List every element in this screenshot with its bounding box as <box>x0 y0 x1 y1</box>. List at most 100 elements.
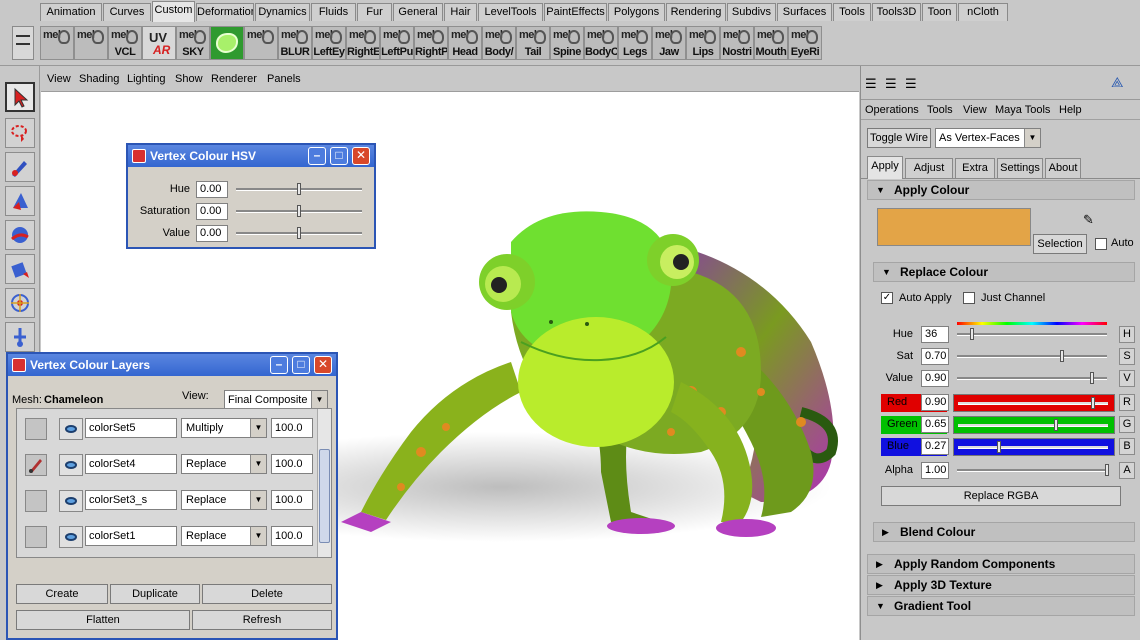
minimize-icon[interactable]: – <box>308 147 326 165</box>
green-channel-button[interactable]: G <box>1119 416 1135 433</box>
shelf-tab[interactable]: Animation <box>40 3 102 21</box>
delete-button[interactable]: Delete <box>202 584 332 604</box>
layer-swatch[interactable] <box>25 418 47 440</box>
replace-colour-header[interactable]: ▼ Replace Colour <box>873 262 1135 282</box>
layer-row[interactable]: colorSet4 Replace ▼ 100.0 <box>17 447 321 481</box>
shelf-menu-icon[interactable] <box>12 26 34 60</box>
hue-channel-button[interactable]: H <box>1119 326 1135 343</box>
layers-scrollbar[interactable] <box>317 409 331 557</box>
shelf-button[interactable] <box>210 26 244 60</box>
colour-swatch[interactable] <box>877 208 1031 246</box>
layer-name-field[interactable]: colorSet3_s <box>85 490 177 510</box>
layer-name-field[interactable]: colorSet1 <box>85 526 177 546</box>
sat-channel-button[interactable]: S <box>1119 348 1135 365</box>
red-channel-button[interactable]: R <box>1119 394 1135 411</box>
paint-brush-icon[interactable] <box>25 454 47 476</box>
panel-menu-item[interactable]: View <box>963 104 987 116</box>
layer-name-field[interactable]: colorSet4 <box>85 454 177 474</box>
maximize-icon[interactable]: □ <box>292 356 310 374</box>
random-components-header[interactable]: ▶ Apply Random Components <box>867 554 1135 574</box>
just-channel-checkbox[interactable] <box>963 292 975 304</box>
shelf-tab[interactable]: LevelTools <box>478 3 543 21</box>
slider-thumb[interactable] <box>1091 397 1095 409</box>
eye-icon[interactable] <box>59 526 83 548</box>
eye-icon[interactable] <box>59 454 83 476</box>
opacity-field[interactable]: 100.0 <box>271 526 313 546</box>
panel-menu-item[interactable]: Help <box>1059 104 1082 116</box>
3d-texture-header[interactable]: ▶ Apply 3D Texture <box>867 575 1135 595</box>
shelf-button[interactable]: mel Tail <box>516 26 550 60</box>
show-manip-tool-icon[interactable] <box>5 322 35 352</box>
slider-thumb[interactable] <box>297 205 301 217</box>
lasso-tool-icon[interactable] <box>5 118 35 148</box>
list-icon[interactable]: ☰ <box>885 76 897 92</box>
layers-window-titlebar[interactable]: Vertex Colour Layers – □ ✕ <box>8 354 336 376</box>
layer-row[interactable]: colorSet5 Multiply ▼ 100.0 <box>17 411 321 445</box>
slider-thumb[interactable] <box>970 328 974 340</box>
panel-menu-item[interactable]: Tools <box>927 104 953 116</box>
slider-thumb[interactable] <box>297 227 301 239</box>
shelf-button[interactable]: mel RightP <box>414 26 448 60</box>
shelf-button[interactable]: mel <box>74 26 108 60</box>
shelf-tab[interactable]: Tools <box>833 3 871 21</box>
toggle-wire-button[interactable]: Toggle Wire <box>867 128 931 148</box>
shelf-button[interactable]: mel SKY <box>176 26 210 60</box>
panel-menu-item[interactable]: Show <box>175 73 203 85</box>
shelf-button[interactable]: mel Spine <box>550 26 584 60</box>
shelf-tab[interactable]: General <box>393 3 443 21</box>
selection-button[interactable]: Selection <box>1033 234 1087 254</box>
layer-name-field[interactable]: colorSet5 <box>85 418 177 438</box>
eye-icon[interactable] <box>59 490 83 512</box>
axis-icon[interactable]: ⟁ <box>1111 74 1124 91</box>
hue-slider[interactable] <box>957 333 1107 336</box>
shelf-button[interactable]: mel Nostri <box>720 26 754 60</box>
val-channel-button[interactable]: V <box>1119 370 1135 387</box>
shelf-tab[interactable]: Curves <box>103 3 151 21</box>
layer-row[interactable]: colorSet3_s Replace ▼ 100.0 <box>17 483 321 517</box>
close-icon[interactable]: ✕ <box>314 356 332 374</box>
shelf-tab[interactable]: Dynamics <box>255 3 310 21</box>
slider-thumb[interactable] <box>297 183 301 195</box>
shelf-tab[interactable]: Surfaces <box>777 3 832 21</box>
opacity-field[interactable]: 100.0 <box>271 454 313 474</box>
shelf-tab[interactable]: Deformation <box>196 3 254 21</box>
shelf-tab[interactable]: PaintEffects <box>544 3 607 21</box>
flatten-button[interactable]: Flatten <box>16 610 190 630</box>
shelf-button[interactable]: mel BLUR <box>278 26 312 60</box>
auto-checkbox[interactable] <box>1095 238 1107 250</box>
layer-row[interactable]: colorSet1 Replace ▼ 100.0 <box>17 519 321 553</box>
apply-colour-header[interactable]: ▼ Apply Colour <box>867 180 1135 200</box>
alpha-channel-button[interactable]: A <box>1119 462 1135 479</box>
shelf-tab[interactable]: Hair <box>444 3 477 21</box>
blue-channel-button[interactable]: B <box>1119 438 1135 455</box>
auto-apply-checkbox[interactable]: ✓ <box>881 292 893 304</box>
panel-menu-item[interactable]: Lighting <box>127 73 166 85</box>
panel-menu-item[interactable]: Renderer <box>211 73 257 85</box>
panel-menu-item[interactable]: Shading <box>79 73 119 85</box>
shelf-tab[interactable]: Polygons <box>608 3 665 21</box>
opacity-field[interactable]: 100.0 <box>271 490 313 510</box>
slider-thumb[interactable] <box>1090 372 1094 384</box>
shelf-tab[interactable]: Custom <box>152 1 195 22</box>
shelf-tab[interactable]: Rendering <box>666 3 726 21</box>
manipulator-tool-icon[interactable] <box>5 288 35 318</box>
list-icon[interactable]: ☰ <box>865 76 877 92</box>
green-value-field[interactable]: 0.65 <box>921 416 949 433</box>
slider-thumb[interactable] <box>996 441 1001 453</box>
tab-apply[interactable]: Apply <box>867 156 903 179</box>
minimize-icon[interactable]: – <box>270 356 288 374</box>
hsv-value-field[interactable]: 0.00 <box>196 225 228 242</box>
blend-colour-header[interactable]: ▶ Blend Colour <box>873 522 1135 542</box>
val-value-field[interactable]: 0.90 <box>921 370 949 387</box>
tab-about[interactable]: About <box>1045 158 1081 178</box>
slider-thumb[interactable] <box>1105 464 1109 476</box>
panel-menu-item[interactable]: Operations <box>865 104 919 116</box>
blend-mode-select[interactable]: Multiply ▼ <box>181 418 267 438</box>
move-tool-icon[interactable] <box>5 186 35 216</box>
slider-thumb[interactable] <box>1053 419 1058 431</box>
blue-value-field[interactable]: 0.27 <box>921 438 949 455</box>
alpha-slider[interactable] <box>957 469 1107 472</box>
shelf-button[interactable]: mel RightE <box>346 26 380 60</box>
shelf-button[interactable]: mel VCL <box>108 26 142 60</box>
scrollbar-thumb[interactable] <box>319 449 330 543</box>
